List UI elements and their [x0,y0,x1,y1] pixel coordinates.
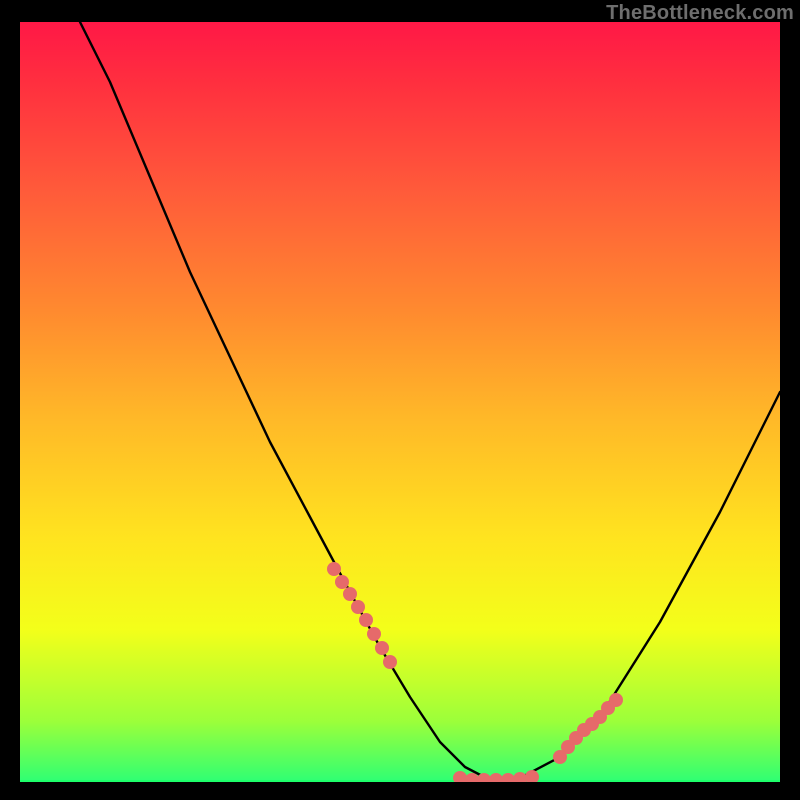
watermark-text: TheBottleneck.com [606,2,794,25]
bottleneck-curve [20,22,780,782]
gradient-plot [20,22,780,782]
